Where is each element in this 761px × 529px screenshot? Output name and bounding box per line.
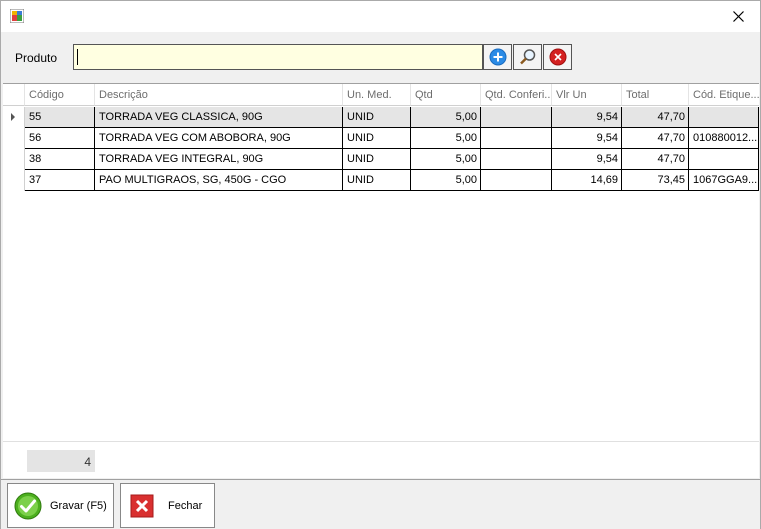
row-header[interactable] bbox=[3, 170, 25, 191]
produto-input[interactable] bbox=[73, 44, 483, 70]
current-row-arrow-icon bbox=[11, 113, 15, 121]
text-caret bbox=[77, 49, 78, 65]
cell-cod-etiqueta[interactable]: 1067GGA9... bbox=[689, 170, 759, 191]
window-close-button[interactable] bbox=[716, 1, 760, 32]
search-product-button[interactable] bbox=[513, 44, 542, 70]
cell-descricao[interactable]: TORRADA VEG CLASSICA, 90G bbox=[95, 107, 343, 128]
close-button-label: Fechar bbox=[168, 499, 203, 512]
app-icon bbox=[10, 9, 24, 23]
row-header-corner bbox=[3, 84, 25, 106]
column-header-total[interactable]: Total bbox=[622, 84, 689, 106]
cell-total[interactable]: 47,70 bbox=[622, 107, 689, 128]
window: Produto Código Descrição Un. Med. Qtd Qt… bbox=[0, 0, 761, 529]
cell-vlr-un[interactable]: 9,54 bbox=[552, 128, 622, 149]
column-header-codigo[interactable]: Código bbox=[25, 84, 95, 106]
produto-label: Produto bbox=[15, 51, 58, 65]
cell-descricao[interactable]: TORRADA VEG INTEGRAL, 90G bbox=[95, 149, 343, 170]
cell-qtd[interactable]: 5,00 bbox=[411, 149, 481, 170]
cell-un-med[interactable]: UNID bbox=[343, 107, 411, 128]
cell-vlr-un[interactable]: 9,54 bbox=[552, 107, 622, 128]
action-bar: Gravar (F5) Fechar bbox=[1, 479, 760, 529]
cell-total[interactable]: 73,45 bbox=[622, 170, 689, 191]
check-circle-icon bbox=[14, 492, 42, 519]
title-bar bbox=[1, 1, 760, 32]
column-header-qtd-conferida[interactable]: Qtd. Conferi... bbox=[481, 84, 552, 106]
clear-product-button[interactable] bbox=[543, 44, 572, 70]
cell-cod-etiqueta[interactable] bbox=[689, 107, 759, 128]
close-button[interactable]: Fechar bbox=[120, 483, 215, 528]
close-icon bbox=[732, 11, 744, 22]
cell-qtd[interactable]: 5,00 bbox=[411, 170, 481, 191]
row-header[interactable] bbox=[3, 128, 25, 149]
cell-vlr-un[interactable]: 14,69 bbox=[552, 170, 622, 191]
cell-qtd-conferida[interactable] bbox=[481, 107, 552, 128]
cell-qtd[interactable]: 5,00 bbox=[411, 107, 481, 128]
save-button[interactable]: Gravar (F5) bbox=[7, 483, 114, 528]
column-header-un-med[interactable]: Un. Med. bbox=[343, 84, 411, 106]
column-header-qtd[interactable]: Qtd bbox=[411, 84, 481, 106]
column-header-descricao[interactable]: Descrição bbox=[95, 84, 343, 106]
plus-circle-icon bbox=[489, 48, 506, 66]
cell-qtd-conferida[interactable] bbox=[481, 149, 552, 170]
table-row[interactable]: 55 TORRADA VEG CLASSICA, 90G UNID 5,00 9… bbox=[3, 107, 759, 128]
cell-total[interactable]: 47,70 bbox=[622, 128, 689, 149]
column-header-cod-etiqueta[interactable]: Cód. Etique... bbox=[689, 84, 759, 106]
add-product-button[interactable] bbox=[483, 44, 512, 70]
x-circle-icon bbox=[549, 48, 566, 66]
cell-qtd-conferida[interactable] bbox=[481, 128, 552, 149]
cell-codigo[interactable]: 37 bbox=[25, 170, 95, 191]
row-header[interactable] bbox=[3, 107, 25, 128]
grid-header: Código Descrição Un. Med. Qtd Qtd. Confe… bbox=[3, 84, 759, 106]
cell-un-med[interactable]: UNID bbox=[343, 149, 411, 170]
cell-cod-etiqueta[interactable]: 010880012... bbox=[689, 128, 759, 149]
table-row[interactable]: 38 TORRADA VEG INTEGRAL, 90G UNID 5,00 9… bbox=[3, 149, 759, 170]
cell-vlr-un[interactable]: 9,54 bbox=[552, 149, 622, 170]
table-row[interactable]: 56 TORRADA VEG COM ABOBORA, 90G UNID 5,0… bbox=[3, 128, 759, 149]
close-icon bbox=[130, 494, 154, 517]
cell-un-med[interactable]: UNID bbox=[343, 170, 411, 191]
items-grid: Código Descrição Un. Med. Qtd Qtd. Confe… bbox=[3, 83, 759, 441]
grid-footer: 4 bbox=[3, 441, 759, 478]
cell-un-med[interactable]: UNID bbox=[343, 128, 411, 149]
cell-descricao[interactable]: PAO MULTIGRAOS, SG, 450G - CGO bbox=[95, 170, 343, 191]
cell-total[interactable]: 47,70 bbox=[622, 149, 689, 170]
table-row[interactable]: 37 PAO MULTIGRAOS, SG, 450G - CGO UNID 5… bbox=[3, 170, 759, 191]
row-header[interactable] bbox=[3, 149, 25, 170]
row-count: 4 bbox=[27, 450, 95, 472]
cell-descricao[interactable]: TORRADA VEG COM ABOBORA, 90G bbox=[95, 128, 343, 149]
magnifier-icon bbox=[519, 49, 535, 65]
column-header-vlr-un[interactable]: Vlr Un bbox=[552, 84, 622, 106]
cell-codigo[interactable]: 55 bbox=[25, 107, 95, 128]
cell-qtd[interactable]: 5,00 bbox=[411, 128, 481, 149]
cell-codigo[interactable]: 56 bbox=[25, 128, 95, 149]
save-button-label: Gravar (F5) bbox=[50, 499, 107, 512]
cell-qtd-conferida[interactable] bbox=[481, 170, 552, 191]
cell-cod-etiqueta[interactable] bbox=[689, 149, 759, 170]
product-toolbar: Produto bbox=[1, 32, 760, 82]
cell-codigo[interactable]: 38 bbox=[25, 149, 95, 170]
